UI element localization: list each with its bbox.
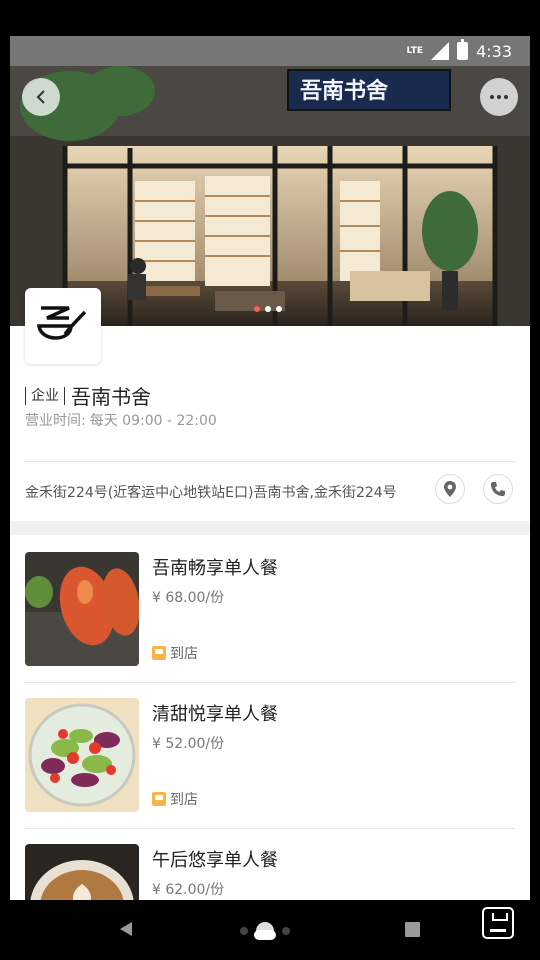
product-item[interactable]: 吾南畅享单人餐 ¥ 68.00/份 到店 bbox=[10, 537, 530, 683]
product-price: ¥ 62.00/份 bbox=[152, 882, 225, 898]
in-store-tag: 到店 bbox=[152, 789, 198, 809]
business-hours-value: 每天 09:00 - 22:00 bbox=[89, 413, 217, 429]
nav-home-button[interactable] bbox=[240, 922, 290, 940]
shop-logo bbox=[25, 288, 101, 364]
signal-icon bbox=[431, 42, 450, 60]
status-bar: LTE 4:33 bbox=[10, 36, 530, 66]
store-icon bbox=[152, 646, 166, 660]
product-price: ¥ 52.00/份 bbox=[152, 736, 225, 752]
shop-name: 吾南书舍 bbox=[71, 385, 151, 409]
save-icon[interactable] bbox=[482, 907, 514, 939]
carousel-dot bbox=[265, 306, 271, 312]
lte-signal-icon: LTE bbox=[406, 45, 424, 56]
shop-tag: 企业 bbox=[25, 386, 65, 405]
product-thumbnail bbox=[25, 698, 139, 812]
recent-apps-button[interactable] bbox=[405, 922, 420, 937]
carousel-dot-active bbox=[254, 306, 260, 312]
shop-title-row: 企业 吾南书舍 bbox=[25, 381, 151, 410]
shop-address[interactable]: 金禾街224号(近客运中心地铁站E口)吾南书舍,金禾街224号 bbox=[25, 482, 405, 502]
more-dots-icon bbox=[490, 95, 508, 99]
store-icon bbox=[152, 792, 166, 806]
product-title: 清甜悦享单人餐 bbox=[152, 704, 278, 725]
location-pin-icon bbox=[444, 481, 456, 497]
carousel-dot bbox=[276, 306, 282, 312]
location-button[interactable] bbox=[435, 474, 465, 504]
product-thumbnail bbox=[25, 552, 139, 666]
in-store-label: 到店 bbox=[170, 646, 198, 662]
business-hours-label: 营业时间: bbox=[25, 413, 86, 429]
shop-logo-icon bbox=[37, 306, 87, 340]
divider bbox=[25, 461, 515, 462]
in-store-tag: 到店 bbox=[152, 643, 198, 663]
app-screen: LTE 4:33 吾南书舍 企业 吾南书舍 营业时间: 每天 09:00 - 2… bbox=[10, 36, 530, 900]
more-options-button[interactable] bbox=[480, 78, 518, 116]
product-item[interactable]: 午后悠享单人餐 ¥ 62.00/份 bbox=[10, 829, 530, 900]
chevron-left-icon bbox=[36, 90, 45, 104]
system-navigation-bar bbox=[0, 900, 540, 960]
product-title: 吾南畅享单人餐 bbox=[152, 558, 278, 579]
product-price: ¥ 68.00/份 bbox=[152, 590, 225, 606]
product-title: 午后悠享单人餐 bbox=[152, 850, 278, 871]
back-button[interactable] bbox=[22, 78, 60, 116]
business-hours: 营业时间: 每天 09:00 - 22:00 bbox=[25, 410, 221, 430]
in-store-label: 到店 bbox=[170, 792, 198, 808]
product-item[interactable]: 清甜悦享单人餐 ¥ 52.00/份 到店 bbox=[10, 683, 530, 829]
nav-dot bbox=[240, 927, 248, 935]
status-time: 4:33 bbox=[476, 41, 512, 61]
phone-icon bbox=[491, 482, 505, 496]
nav-dot bbox=[282, 927, 290, 935]
home-icon bbox=[254, 922, 276, 940]
carousel-indicator bbox=[254, 306, 282, 312]
battery-icon bbox=[457, 39, 469, 60]
section-separator bbox=[10, 521, 530, 535]
shop-photo-banner[interactable]: 吾南书舍 bbox=[10, 66, 530, 326]
product-thumbnail bbox=[25, 844, 139, 900]
nav-back-icon[interactable] bbox=[118, 921, 134, 937]
shop-sign-text: 吾南书舍 bbox=[300, 78, 389, 104]
call-button[interactable] bbox=[483, 474, 513, 504]
